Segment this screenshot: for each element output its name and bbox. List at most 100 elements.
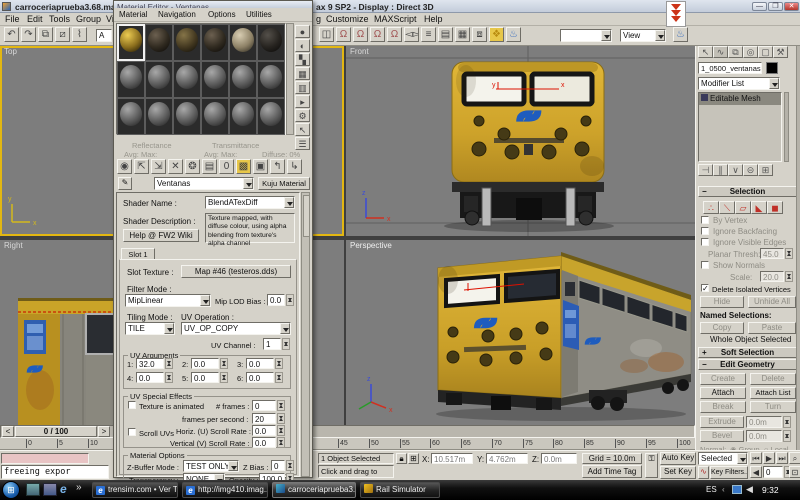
scale-field[interactable]: 20.0 <box>760 271 784 282</box>
selection-lock-icon[interactable]: 🔒︎ <box>396 453 407 464</box>
material-type-button[interactable]: Kuju Material <box>258 177 310 190</box>
material-sample-slot[interactable] <box>229 98 257 135</box>
help-fw2-wiki-button[interactable]: Help @ FW2 Wiki <box>123 229 199 242</box>
y-coord-field[interactable]: 4.762m <box>486 453 528 464</box>
selection-rollout-header[interactable]: −Selection <box>698 186 797 197</box>
view-reference-dropdown[interactable]: View <box>620 29 666 42</box>
fps-spinner[interactable] <box>277 413 285 424</box>
edge-subobject-icon[interactable]: ⟍ <box>719 201 735 214</box>
material-name-dropdown[interactable]: Ventanas <box>154 177 254 190</box>
schematic-view-icon[interactable]: ⧈ <box>472 27 487 42</box>
stack-item-editable-mesh[interactable]: Editable Mesh <box>699 93 781 105</box>
texture-animated-checkbox[interactable] <box>128 401 136 409</box>
put-to-scene-icon[interactable]: ⇱ <box>134 159 149 174</box>
configure-modifier-sets-icon[interactable]: ⊞ <box>758 164 773 176</box>
redo-icon[interactable]: ↷ <box>21 27 36 42</box>
taskbar-window-trensim[interactable]: etrensim.com • Ver T... <box>92 482 178 498</box>
unhide-all-button[interactable]: Unhide All <box>748 296 796 308</box>
material-map-navigator-icon[interactable]: ☰ <box>295 137 310 150</box>
selection-set-dropdown[interactable]: Selected <box>698 452 748 465</box>
attach-button[interactable]: Attach <box>700 387 746 399</box>
menu-edit[interactable]: Edit <box>27 14 43 24</box>
shader-name-dropdown[interactable]: BlendATexDiff <box>205 196 295 209</box>
uv-channel-field[interactable]: 1 <box>263 338 281 350</box>
delete-button[interactable]: Delete <box>750 373 796 385</box>
material-sample-slot[interactable] <box>173 61 201 98</box>
set-key-button[interactable]: Set Key <box>660 466 696 479</box>
absolute-mode-icon[interactable]: ⊞ <box>408 453 419 464</box>
tray-network-icon[interactable] <box>732 485 742 494</box>
me-menu-utilities[interactable]: Utilities <box>246 10 272 19</box>
sample-uv-tiling-icon[interactable]: ▦ <box>295 67 310 80</box>
tray-volume-icon[interactable]: ◀ <box>746 484 753 495</box>
material-sample-slot[interactable] <box>229 24 257 61</box>
menu-customize[interactable]: Customize <box>326 14 369 24</box>
spinner-snap-icon[interactable]: Ω <box>387 27 402 42</box>
scale-spinner[interactable] <box>785 271 793 282</box>
maxscript-listener-pink[interactable] <box>1 453 89 464</box>
tiling-mode-dropdown[interactable]: TILE <box>125 322 175 335</box>
vert-scroll-spinner[interactable] <box>277 437 285 448</box>
unlink-selection-icon[interactable]: ⧄ <box>55 27 70 42</box>
filter-mode-dropdown[interactable]: MipLinear <box>125 294 211 307</box>
uv-arg-field-5[interactable]: 0.0 <box>191 372 219 383</box>
uv-arg-spinner[interactable] <box>165 372 173 383</box>
start-button[interactable]: ⊞ <box>2 481 20 499</box>
menu-file[interactable]: File <box>5 14 20 24</box>
mirror-icon[interactable]: ◅▻ <box>404 27 419 42</box>
uv-arg-field-4[interactable]: 0.0 <box>136 372 164 383</box>
material-sample-slot[interactable] <box>173 24 201 61</box>
mip-lod-bias-field[interactable]: 0.0 <box>267 294 285 306</box>
minimize-button[interactable]: — <box>752 2 767 11</box>
zoom-extents-icon[interactable]: ⌕︎ <box>789 452 800 464</box>
frames-field[interactable]: 0 <box>252 400 276 411</box>
get-material-icon[interactable]: ◉ <box>117 159 132 174</box>
material-sample-slot[interactable] <box>145 61 173 98</box>
by-vertex-checkbox[interactable] <box>701 216 709 224</box>
snap-toggle-icon[interactable]: Ω <box>336 27 351 42</box>
pick-material-eyedropper-icon[interactable]: ✎ <box>118 177 132 190</box>
taskbar-window-carroceria[interactable]: carroceriaprueba3.6... <box>272 482 356 498</box>
object-color-swatch[interactable] <box>766 62 778 74</box>
command-panel-scrollbar[interactable] <box>796 46 800 450</box>
close-button[interactable]: ✕ <box>784 2 799 11</box>
uv-arg-field-3[interactable]: 0.0 <box>246 358 274 369</box>
attach-list-button[interactable]: Attach List <box>750 387 796 399</box>
key-curve-icon[interactable]: ∿ <box>698 466 709 479</box>
material-sample-slot[interactable] <box>257 61 285 98</box>
material-sample-slot[interactable] <box>145 24 173 61</box>
autogrid-cube-icon[interactable]: ◫ <box>319 27 334 42</box>
tab-display[interactable]: ▢ <box>758 46 773 58</box>
me-menu-material[interactable]: Material <box>119 10 147 19</box>
extrude-field[interactable]: 0.0m <box>746 416 782 428</box>
material-sample-slot[interactable] <box>117 61 145 98</box>
material-sample-slot[interactable] <box>201 98 229 135</box>
tab-utilities[interactable]: ⚒ <box>773 46 788 58</box>
options-icon[interactable]: ⚙ <box>295 109 310 122</box>
bevel-spinner[interactable] <box>783 430 791 442</box>
extrude-spinner[interactable] <box>783 416 791 428</box>
play-animation-icon[interactable]: ▶ <box>763 452 775 464</box>
slot-texture-button[interactable]: Map #46 (testeros.dds) <box>181 265 291 278</box>
object-name-field[interactable]: 1_0500_ventanas <box>698 62 762 74</box>
pin-stack-icon[interactable]: ⊣ <box>698 164 713 176</box>
horiz-scroll-spinner[interactable] <box>277 425 285 436</box>
uv-arg-spinner[interactable] <box>275 358 283 369</box>
show-end-result-stack-icon[interactable]: ∥ <box>713 164 728 176</box>
maximize-viewport-icon[interactable]: ⊡ <box>789 466 800 478</box>
planar-thresh-field[interactable]: 45.0 <box>760 248 784 259</box>
material-id-icon[interactable]: 0 <box>219 159 234 174</box>
layer-manager-icon[interactable]: ▤ <box>438 27 453 42</box>
backlight-icon[interactable]: ◐ <box>295 39 310 52</box>
me-menu-navigation[interactable]: Navigation <box>158 10 196 19</box>
hide-button[interactable]: Hide <box>700 296 744 308</box>
restore-button[interactable]: ❐ <box>768 2 783 11</box>
face-subobject-icon[interactable]: ◣ <box>751 201 767 214</box>
show-normals-checkbox[interactable] <box>701 261 709 269</box>
uv-operation-dropdown[interactable]: UV_OP_COPY <box>181 322 291 335</box>
make-unique-icon[interactable]: ❂ <box>185 159 200 174</box>
vert-scroll-field[interactable]: 0.0 <box>252 437 276 448</box>
scroll-uvs-checkbox[interactable] <box>128 428 136 436</box>
taskbar-window-img410[interactable]: ehttp://img410.imag... <box>182 482 268 498</box>
material-editor-icon[interactable]: ❖ <box>489 27 504 42</box>
